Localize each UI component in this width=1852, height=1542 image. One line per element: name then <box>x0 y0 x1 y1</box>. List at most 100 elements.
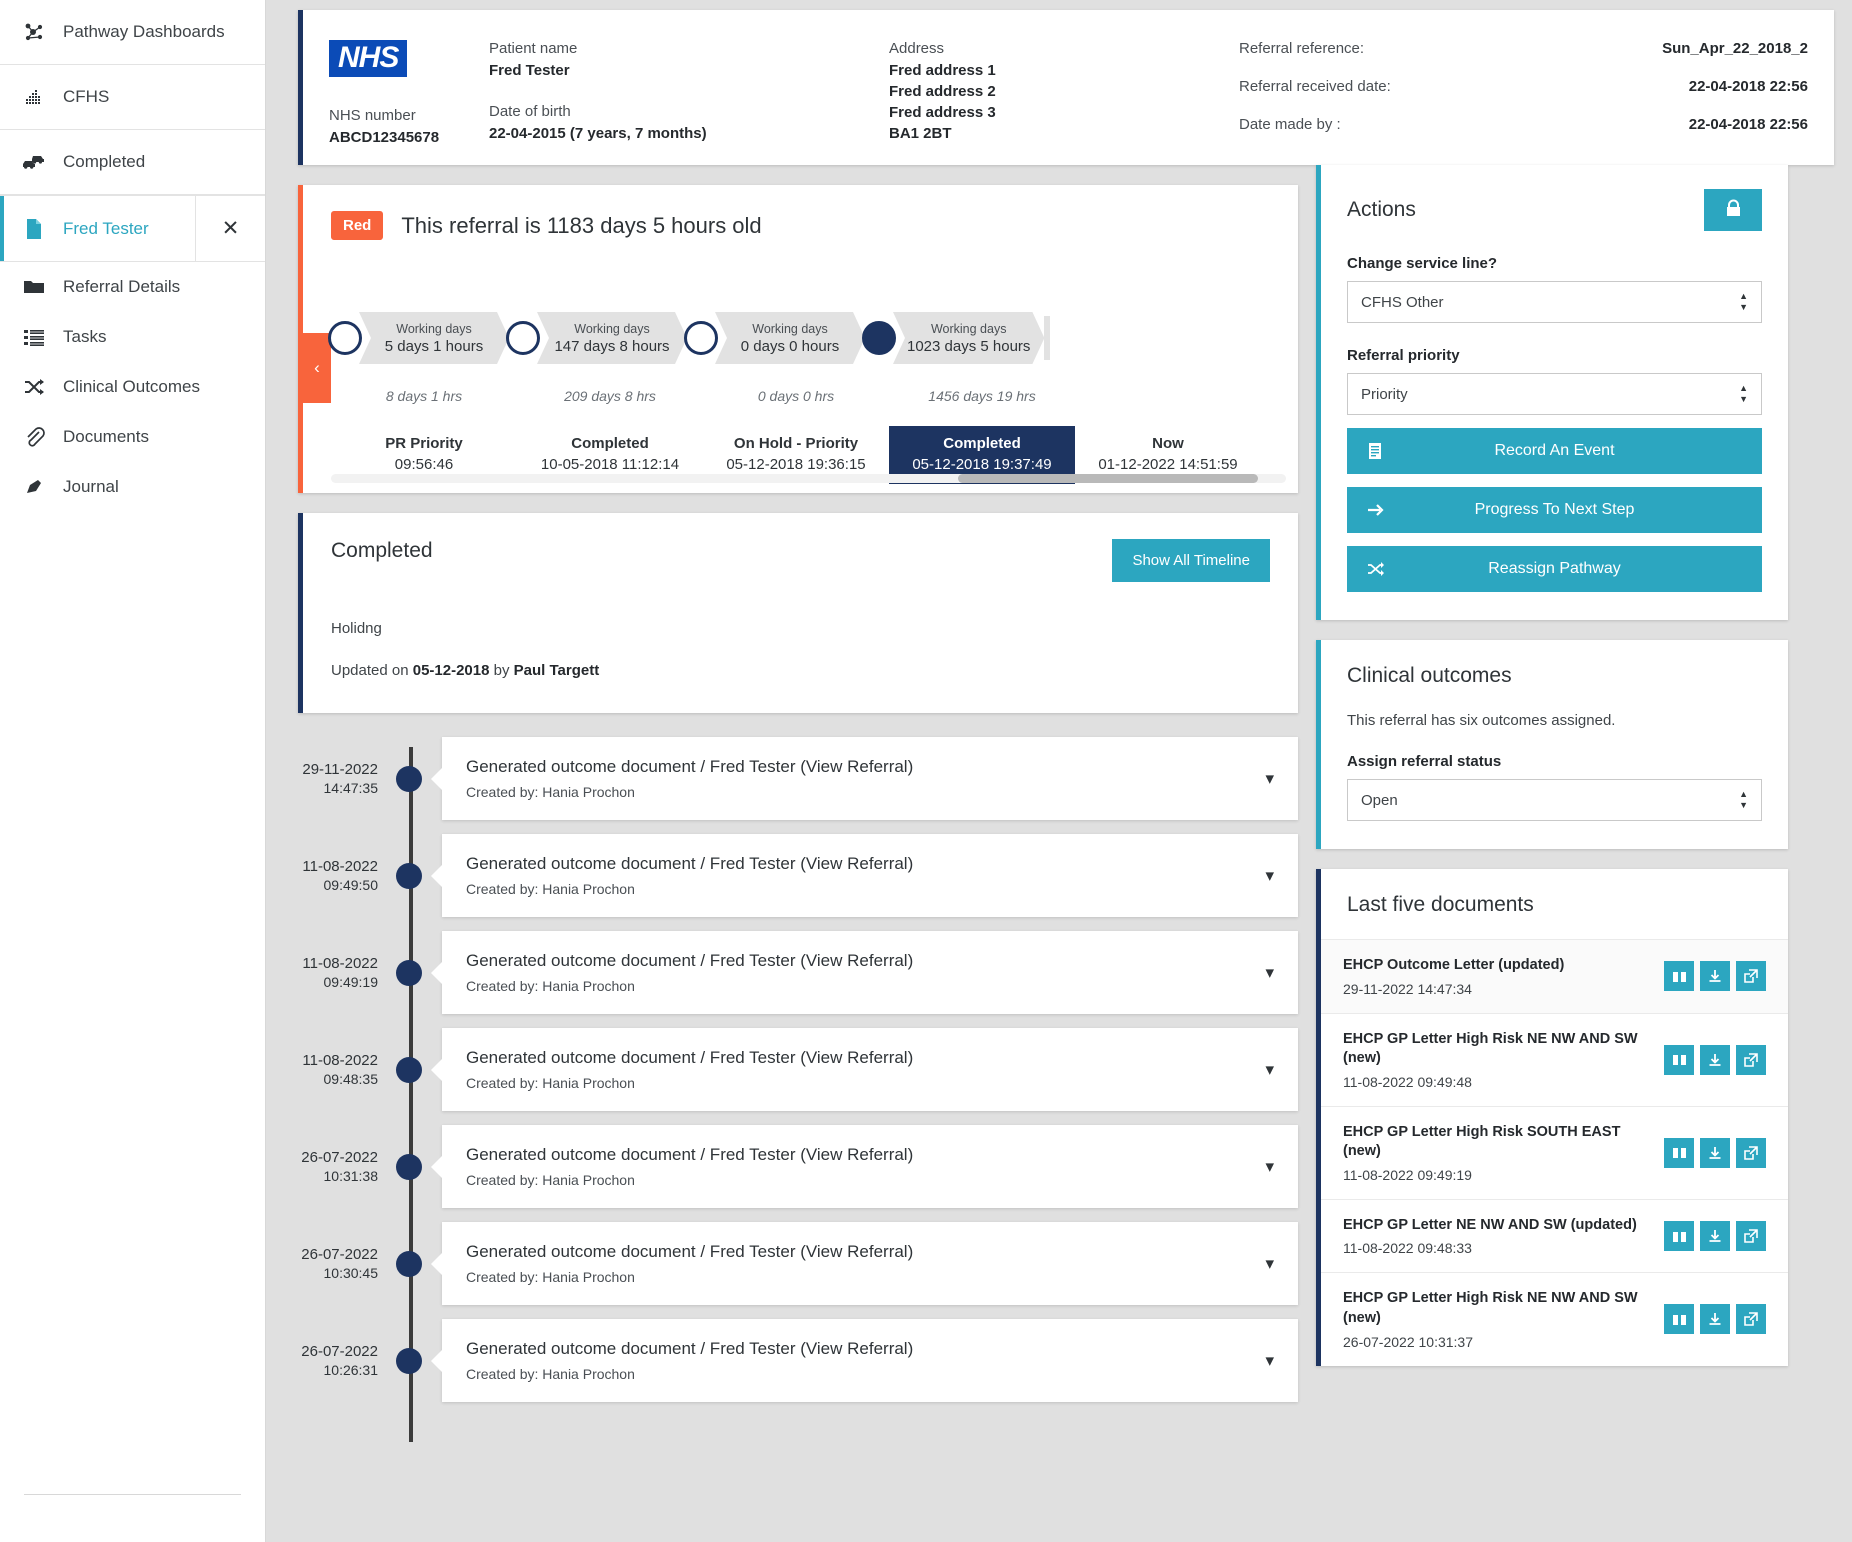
event-time: 11-08-2022 09:49:50 <box>298 858 390 893</box>
sidebar-item-referral-details[interactable]: Referral Details <box>0 262 265 312</box>
service-line-select[interactable]: CFHS Other ▲▼ <box>1347 281 1762 323</box>
close-tab-button[interactable]: ✕ <box>195 196 265 261</box>
chevron-down-icon[interactable]: ▾ <box>1249 963 1274 983</box>
assign-referral-status-select[interactable]: Open ▲▼ <box>1347 779 1762 821</box>
event-card[interactable]: Generated outcome document / Fred Tester… <box>442 737 1298 820</box>
document-name: EHCP GP Letter High Risk NE NW AND SW (n… <box>1343 1289 1652 1328</box>
journal-icon <box>22 475 46 499</box>
dob-block: Date of birth 22-04-2015 (7 years, 7 mon… <box>489 103 889 142</box>
status-name: Completed <box>517 435 703 452</box>
book-icon[interactable] <box>1664 1221 1694 1251</box>
document-actions <box>1664 961 1766 991</box>
download-icon[interactable] <box>1700 1138 1730 1168</box>
chevron-down-icon[interactable]: ▾ <box>1249 769 1274 789</box>
summary-title: Completed <box>331 539 433 563</box>
chevron-down-icon[interactable]: ▾ <box>1249 866 1274 886</box>
summary-note: Holidng <box>331 620 1270 637</box>
pathway-scrollbar-thumb[interactable] <box>958 474 1258 483</box>
chevron-down-icon[interactable]: ▾ <box>1249 1254 1274 1274</box>
event-card[interactable]: Generated outcome document / Fred Tester… <box>442 1028 1298 1111</box>
event-subtitle: Created by: Hania Prochon <box>466 1172 913 1188</box>
download-icon[interactable] <box>1700 961 1730 991</box>
patient-header-card: NHS NHS number ABCD12345678 Patient name… <box>298 10 1834 165</box>
arrow-right-icon <box>1367 502 1385 518</box>
event-dot <box>396 863 422 889</box>
updated-date: 05-12-2018 <box>413 662 490 679</box>
collapse-pathway-button[interactable]: ‹ <box>303 333 331 403</box>
book-icon[interactable] <box>1664 1138 1694 1168</box>
external-link-icon[interactable] <box>1736 961 1766 991</box>
sidebar-item-completed[interactable]: Completed <box>0 130 265 195</box>
working-days-value: 147 days 8 hours <box>554 338 669 355</box>
chevron-updown-icon: ▲▼ <box>1739 790 1748 810</box>
timeline-event: 11-08-2022 09:49:19 Generated outcome do… <box>298 931 1298 1014</box>
show-all-timeline-button[interactable]: Show All Timeline <box>1112 539 1270 582</box>
download-icon[interactable] <box>1700 1045 1730 1075</box>
book-icon[interactable] <box>1664 961 1694 991</box>
documents-title: Last five documents <box>1347 893 1534 916</box>
book-icon[interactable] <box>1664 1304 1694 1334</box>
download-icon[interactable] <box>1700 1304 1730 1334</box>
book-icon[interactable] <box>1664 1045 1694 1075</box>
dob-label: Date of birth <box>489 103 889 120</box>
event-subtitle: Created by: Hania Prochon <box>466 784 913 800</box>
chevron-down-icon[interactable]: ▾ <box>1249 1060 1274 1080</box>
sidebar-item-cfhs[interactable]: CFHS <box>0 65 265 130</box>
service-line-value: CFHS Other <box>1361 294 1444 311</box>
reassign-pathway-button[interactable]: Reassign Pathway <box>1347 546 1762 592</box>
nhs-number-label: NHS number <box>329 107 489 124</box>
address-column: Address Fred address 1 Fred address 2 Fr… <box>889 40 1239 139</box>
folder-icon <box>22 275 46 299</box>
external-link-icon[interactable] <box>1736 1304 1766 1334</box>
sidebar-active-row: Fred Tester ✕ <box>0 195 265 262</box>
chevron-down-icon[interactable]: ▾ <box>1249 1157 1274 1177</box>
event-subtitle: Created by: Hania Prochon <box>466 1269 913 1285</box>
pathway-chip[interactable]: Working days 1023 days 5 hours <box>893 312 1044 364</box>
event-text: Generated outcome document / Fred Tester… <box>466 854 913 897</box>
chevron-down-icon[interactable]: ▾ <box>1249 1351 1274 1371</box>
event-card[interactable]: Generated outcome document / Fred Tester… <box>442 1222 1298 1305</box>
pathway-scrollbar-track[interactable] <box>331 474 1286 483</box>
document-info: EHCP GP Letter High Risk SOUTH EAST (new… <box>1343 1123 1652 1183</box>
sidebar-item-pathway-dashboards[interactable]: Pathway Dashboards <box>0 0 265 65</box>
pathway-chip[interactable]: Working days 5 days 1 hours <box>359 312 509 364</box>
download-icon[interactable] <box>1700 1221 1730 1251</box>
external-link-icon[interactable] <box>1736 1221 1766 1251</box>
event-card[interactable]: Generated outcome document / Fred Tester… <box>442 931 1298 1014</box>
sidebar-item-clinical-outcomes[interactable]: Clinical Outcomes <box>0 362 265 412</box>
pathway-node[interactable] <box>684 321 718 355</box>
event-title: Generated outcome document / Fred Tester… <box>466 1048 913 1068</box>
event-date: 26-07-2022 <box>298 1246 378 1263</box>
event-dot <box>396 960 422 986</box>
pathway-node-current[interactable] <box>862 321 896 355</box>
sidebar-item-journal[interactable]: Journal <box>0 462 265 512</box>
event-card[interactable]: Generated outcome document / Fred Tester… <box>442 1125 1298 1208</box>
event-card[interactable]: Generated outcome document / Fred Tester… <box>442 834 1298 917</box>
record-an-event-button[interactable]: Record An Event <box>1347 428 1762 474</box>
timeline-event: 26-07-2022 10:30:45 Generated outcome do… <box>298 1222 1298 1305</box>
pathway-chip[interactable]: Working days 147 days 8 hours <box>537 312 687 364</box>
dob-value: 22-04-2015 (7 years, 7 months) <box>489 125 889 142</box>
referral-priority-select[interactable]: Priority ▲▼ <box>1347 373 1762 415</box>
paperclip-icon <box>22 425 46 449</box>
event-time: 26-07-2022 10:30:45 <box>298 1246 390 1281</box>
external-link-icon[interactable] <box>1736 1045 1766 1075</box>
pathway-node[interactable] <box>506 321 540 355</box>
sidebar-item-tasks[interactable]: Tasks <box>0 312 265 362</box>
address-line: Fred address 2 <box>889 83 1239 100</box>
sidebar-item-documents[interactable]: Documents <box>0 412 265 462</box>
event-date: 11-08-2022 <box>298 1052 378 1069</box>
pathway-elapsed-row: 8 days 1 hrs 209 days 8 hrs 0 days 0 hrs… <box>331 388 1291 404</box>
event-card[interactable]: Generated outcome document / Fred Tester… <box>442 1319 1298 1402</box>
app-root: Pathway Dashboards CFHS Completed Fred T… <box>0 0 1852 1542</box>
shuffle-icon <box>22 375 46 399</box>
lock-button[interactable] <box>1704 189 1762 231</box>
sidebar-item-fred-tester[interactable]: Fred Tester <box>0 196 195 261</box>
progress-to-next-step-button[interactable]: Progress To Next Step <box>1347 487 1762 533</box>
record-an-event-label: Record An Event <box>1347 442 1762 460</box>
external-link-icon[interactable] <box>1736 1138 1766 1168</box>
pathway-chip[interactable]: Working days 0 days 0 hours <box>715 312 865 364</box>
pathway-node[interactable] <box>328 321 362 355</box>
address-line: Fred address 3 <box>889 104 1239 121</box>
status-datetime: 09:56:46 <box>331 456 517 473</box>
